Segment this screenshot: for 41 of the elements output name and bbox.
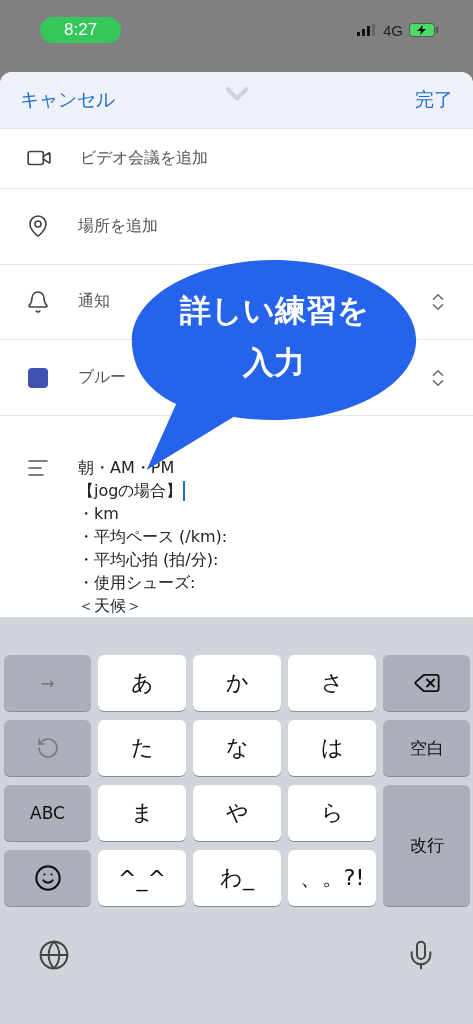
note-line: ・平均心拍 (拍/分): [78, 549, 220, 571]
note-line: ・平均ペース (/km): [78, 526, 228, 548]
callout-text: 詳しい練習を [179, 291, 369, 330]
note-line: 【jogの場合】 [78, 479, 228, 502]
kana-key[interactable]: 、。?! [288, 850, 376, 906]
kana-key[interactable]: か [193, 655, 281, 711]
emoji-key[interactable] [4, 850, 91, 906]
kana-key[interactable]: あ [98, 655, 186, 711]
text-cursor [183, 481, 186, 502]
delete-key[interactable] [383, 655, 470, 711]
kana-key[interactable]: ま [98, 785, 186, 841]
charging-battery-icon [409, 23, 439, 37]
space-key[interactable]: 空白 [383, 720, 470, 776]
row-label[interactable]: 通知 [78, 291, 110, 313]
kana-key[interactable]: た [98, 720, 186, 776]
kana-key[interactable]: わ_ [193, 850, 281, 906]
row-label[interactable]: 場所を追加 [78, 215, 158, 237]
bell-icon [26, 289, 50, 314]
kana-key[interactable]: な [193, 720, 281, 776]
note-line: ・使用シューズ: [78, 572, 197, 594]
kana-key[interactable]: ^_^ [98, 850, 186, 906]
row-label[interactable]: ブルー [78, 367, 126, 389]
kana-key[interactable]: は [288, 720, 376, 776]
kana-key[interactable]: や [193, 785, 281, 841]
row-label[interactable]: ビデオ会議を追加 [80, 147, 208, 169]
location-pin-icon [26, 214, 50, 239]
done-button[interactable]: 完了 [415, 86, 453, 113]
network-type: 4G [383, 21, 403, 39]
note-line: ・km [78, 503, 120, 525]
abc-key[interactable]: ABC [4, 785, 91, 841]
note-line: ＜天候＞ [78, 595, 143, 617]
cancel-button[interactable]: キャンセル [20, 86, 115, 113]
globe-icon[interactable] [38, 939, 70, 971]
time: 8:27 [40, 17, 122, 43]
kana-key[interactable]: ら [288, 785, 376, 841]
undo-icon [35, 736, 60, 760]
kana-key[interactable]: さ [288, 655, 376, 711]
return-key[interactable]: 改行 [383, 785, 470, 906]
callout-text: 入力 [243, 343, 305, 382]
signal-icon [357, 24, 377, 36]
smiley-icon [33, 864, 62, 892]
